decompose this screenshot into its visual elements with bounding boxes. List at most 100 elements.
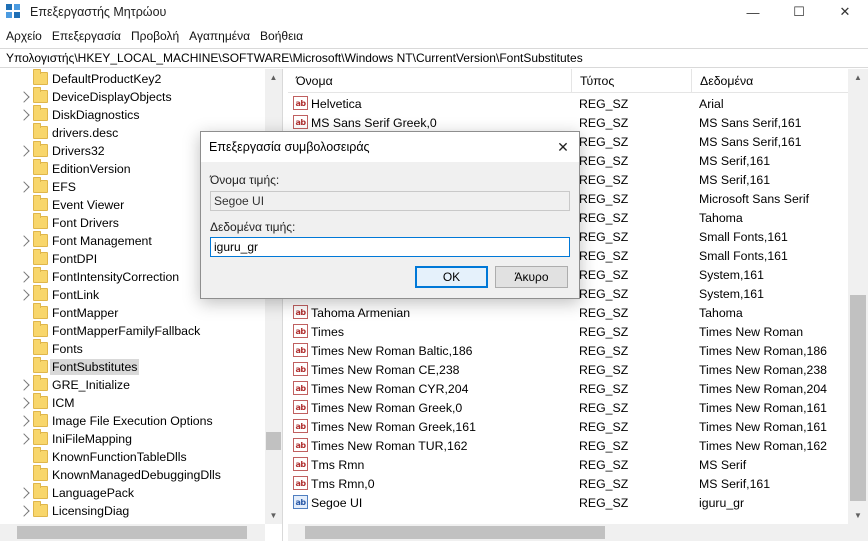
tree-item[interactable]: FontMapperFamilyFallback bbox=[0, 321, 265, 340]
tree-horizontal-scrollbar[interactable] bbox=[0, 524, 265, 541]
tree-hscroll-thumb[interactable] bbox=[17, 526, 247, 539]
tree-item[interactable]: LanguagePack bbox=[0, 483, 265, 502]
scroll-up-icon[interactable]: ▲ bbox=[848, 69, 868, 86]
scroll-up-icon[interactable]: ▲ bbox=[265, 69, 282, 86]
chevron-right-icon[interactable] bbox=[18, 235, 30, 247]
menu-edit[interactable]: Επεξεργασία bbox=[47, 29, 126, 43]
scroll-down-icon[interactable]: ▼ bbox=[265, 507, 282, 524]
value-name: Times New Roman Greek,161 bbox=[311, 419, 476, 434]
menu-file[interactable]: Αρχείο bbox=[0, 29, 47, 43]
value-type: REG_SZ bbox=[579, 457, 629, 472]
tree-scroll-thumb[interactable] bbox=[266, 432, 281, 450]
string-value-icon: ab bbox=[293, 96, 308, 110]
value-row[interactable]: ab Segoe UI REG_SZ iguru_gr bbox=[288, 493, 852, 512]
scroll-down-icon[interactable]: ▼ bbox=[848, 507, 868, 524]
string-value-icon: ab bbox=[293, 381, 308, 395]
value-row[interactable]: ab Times New Roman CE,238 REG_SZ Times New … bbox=[288, 360, 852, 379]
tree-item[interactable]: DefaultProductKey2 bbox=[0, 69, 265, 88]
folder-icon bbox=[33, 321, 48, 337]
folder-icon bbox=[33, 429, 48, 445]
list-horizontal-scrollbar[interactable] bbox=[288, 524, 848, 541]
value-name: Tms Rmn bbox=[311, 457, 365, 472]
string-value-icon: ab bbox=[293, 438, 308, 452]
chevron-right-icon[interactable] bbox=[18, 415, 30, 427]
value-type: REG_SZ bbox=[579, 381, 629, 396]
dialog-close-button[interactable]: ✕ bbox=[551, 135, 575, 159]
value-row[interactable]: ab Times New Roman CYR,204 REG_SZ Times New… bbox=[288, 379, 852, 398]
chevron-right-icon[interactable] bbox=[18, 91, 30, 103]
menu-favorites[interactable]: Αγαπημένα bbox=[184, 29, 255, 43]
value-type: REG_SZ bbox=[579, 96, 629, 111]
tree-item-label: KnownFunctionTableDlls bbox=[52, 450, 187, 464]
list-scroll-thumb[interactable] bbox=[850, 295, 866, 501]
tree-item[interactable]: KnownManagedDebuggingDlls bbox=[0, 465, 265, 484]
minimize-button[interactable]: — bbox=[730, 0, 776, 24]
value-data: Arial bbox=[699, 96, 724, 111]
tree-item[interactable]: DiskDiagnostics bbox=[0, 105, 265, 124]
tree-item[interactable]: FontSubstitutes bbox=[0, 357, 265, 376]
string-value-icon: ab bbox=[293, 400, 308, 414]
maximize-button[interactable]: ☐ bbox=[776, 0, 822, 24]
tree-item-label: drivers.desc bbox=[52, 126, 119, 140]
column-name-header[interactable]: Όνομα bbox=[288, 69, 572, 93]
ok-button[interactable]: OK bbox=[415, 266, 488, 288]
value-row[interactable]: ab Helvetica REG_SZ Arial bbox=[288, 94, 852, 113]
value-row[interactable]: ab Tms Rmn,0 REG_SZ MS Serif,161 bbox=[288, 474, 852, 493]
folder-icon bbox=[33, 159, 48, 175]
folder-icon bbox=[33, 501, 48, 517]
value-row[interactable]: ab MS Sans Serif Greek,0 REG_SZ MS Sans Ser… bbox=[288, 113, 852, 132]
column-data-header[interactable]: Δεδομένα bbox=[692, 69, 852, 93]
value-name: Tahoma Armenian bbox=[311, 305, 411, 320]
folder-icon bbox=[33, 123, 48, 139]
chevron-right-icon[interactable] bbox=[18, 289, 30, 301]
tree-item-label: ICM bbox=[52, 396, 75, 410]
value-name: Segoe UI bbox=[311, 495, 363, 510]
chevron-right-icon[interactable] bbox=[18, 487, 30, 499]
chevron-right-icon[interactable] bbox=[18, 109, 30, 121]
tree-item[interactable]: GRE_Initialize bbox=[0, 375, 265, 394]
chevron-right-icon[interactable] bbox=[18, 433, 30, 445]
list-vertical-scrollbar[interactable]: ▲ ▼ bbox=[848, 69, 868, 524]
tree-item[interactable]: DeviceDisplayObjects bbox=[0, 87, 265, 106]
value-row[interactable]: ab Times REG_SZ Times New Roman bbox=[288, 322, 852, 341]
tree-item[interactable]: IniFileMapping bbox=[0, 429, 265, 448]
value-name: Times New Roman CYR,204 bbox=[311, 381, 469, 396]
value-type: REG_SZ bbox=[579, 172, 629, 187]
value-row[interactable]: ab Times New Roman Baltic,186 REG_SZ Times … bbox=[288, 341, 852, 360]
folder-icon bbox=[33, 339, 48, 355]
tree-item[interactable]: Fonts bbox=[0, 339, 265, 358]
list-hscroll-thumb[interactable] bbox=[305, 526, 605, 539]
address-bar[interactable]: Υπολογιστής\HKEY_LOCAL_MACHINE\SOFTWARE\… bbox=[0, 48, 868, 68]
value-type: REG_SZ bbox=[579, 134, 629, 149]
menu-view[interactable]: Προβολή bbox=[126, 29, 184, 43]
value-type: REG_SZ bbox=[579, 248, 629, 263]
tree-item[interactable]: FontMapper bbox=[0, 303, 265, 322]
tree-item[interactable]: ICM bbox=[0, 393, 265, 412]
chevron-right-icon[interactable] bbox=[18, 145, 30, 157]
chevron-right-icon[interactable] bbox=[18, 505, 30, 517]
value-data: MS Sans Serif,161 bbox=[699, 115, 802, 130]
value-row[interactable]: ab Times New Roman Greek,161 REG_SZ Times N… bbox=[288, 417, 852, 436]
chevron-right-icon[interactable] bbox=[18, 397, 30, 409]
tree-item[interactable]: KnownFunctionTableDlls bbox=[0, 447, 265, 466]
value-type: REG_SZ bbox=[579, 362, 629, 377]
value-data-input[interactable]: iguru_gr bbox=[210, 237, 570, 257]
tree-item-label: Image File Execution Options bbox=[52, 414, 213, 428]
chevron-right-icon[interactable] bbox=[18, 271, 30, 283]
tree-item[interactable]: LicensingDiag bbox=[0, 501, 265, 520]
close-button[interactable]: ✕ bbox=[822, 0, 868, 24]
menu-help[interactable]: Βοήθεια bbox=[255, 29, 308, 43]
tree-item-label: EFS bbox=[52, 180, 76, 194]
tree-item-label: DiskDiagnostics bbox=[52, 108, 140, 122]
chevron-right-icon[interactable] bbox=[18, 181, 30, 193]
tree-item-label: FontSubstitutes bbox=[50, 359, 140, 375]
value-row[interactable]: ab Tms Rmn REG_SZ MS Serif bbox=[288, 455, 852, 474]
column-type-header[interactable]: Τύπος bbox=[572, 69, 692, 93]
value-row[interactable]: ab Times New Roman Greek,0 REG_SZ Times New… bbox=[288, 398, 852, 417]
chevron-right-icon[interactable] bbox=[18, 379, 30, 391]
value-row[interactable]: ab Tahoma Armenian REG_SZ Tahoma bbox=[288, 303, 852, 322]
tree-item[interactable]: Image File Execution Options bbox=[0, 411, 265, 430]
value-data: Times New Roman,161 bbox=[699, 400, 828, 415]
value-row[interactable]: ab Times New Roman TUR,162 REG_SZ Times New… bbox=[288, 436, 852, 455]
cancel-button[interactable]: Άκυρο bbox=[495, 266, 568, 288]
